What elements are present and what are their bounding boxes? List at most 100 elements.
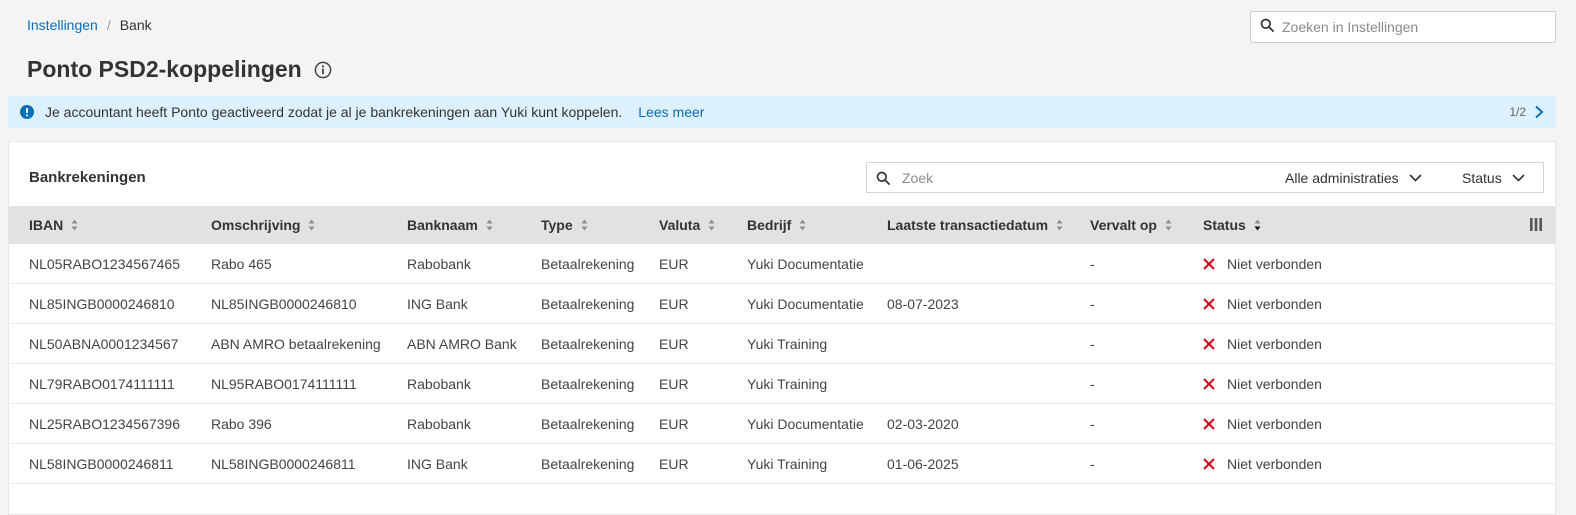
cell-omschrijving: Rabo 396 xyxy=(211,416,272,432)
cell-valuta: EUR xyxy=(659,376,689,392)
page-header: Ponto PSD2-koppelingen xyxy=(27,56,332,83)
info-icon[interactable] xyxy=(314,61,332,79)
banner-pager: 1/2 xyxy=(1509,96,1544,128)
breadcrumb: Instellingen / Bank xyxy=(27,17,152,33)
filter-bar: Alle administraties Status xyxy=(866,162,1544,193)
global-search-input[interactable] xyxy=(1282,19,1542,35)
chevron-down-icon xyxy=(1512,173,1525,182)
cell-banknaam: Rabobank xyxy=(407,376,471,392)
column-header-valuta[interactable]: Valuta xyxy=(659,206,715,244)
cell-bedrijf: Yuki Training xyxy=(747,336,828,352)
sort-icon xyxy=(799,219,806,231)
page-title: Ponto PSD2-koppelingen xyxy=(27,56,302,82)
column-header-label: Valuta xyxy=(659,217,701,233)
status-text: Niet verbonden xyxy=(1227,456,1322,472)
table-row[interactable]: NL25RABO1234567396 Rabo 396 Rabobank Bet… xyxy=(9,404,1555,444)
cell-omschrijving: NL85INGB0000246810 xyxy=(211,296,357,312)
cell-omschrijving: ABN AMRO betaalrekening xyxy=(211,336,381,352)
table-row[interactable]: NL85INGB0000246810 NL85INGB0000246810 IN… xyxy=(9,284,1555,324)
cell-valuta: EUR xyxy=(659,256,689,272)
column-header-vervalt-op[interactable]: Vervalt op xyxy=(1090,206,1172,244)
banner-read-more-link[interactable]: Lees meer xyxy=(638,104,704,120)
column-header-label: Omschrijving xyxy=(211,217,301,233)
cell-iban: NL50ABNA0001234567 xyxy=(29,336,179,352)
banner-pager-count: 1/2 xyxy=(1509,105,1526,119)
cell-iban: NL79RABO0174111111 xyxy=(29,376,175,392)
table-row[interactable]: NL50ABNA0001234567 ABN AMRO betaalrekeni… xyxy=(9,324,1555,364)
cell-valuta: EUR xyxy=(659,416,689,432)
breadcrumb-separator: / xyxy=(106,17,111,33)
banner-text: Je accountant heeft Ponto geactiveerd zo… xyxy=(45,104,623,120)
status-text: Niet verbonden xyxy=(1227,296,1322,312)
status-text: Niet verbonden xyxy=(1227,376,1322,392)
administration-filter-dropdown[interactable]: Alle administraties xyxy=(1285,163,1422,192)
cell-laatste-transactiedatum: 01-06-2025 xyxy=(887,456,959,472)
cell-iban: NL05RABO1234567465 xyxy=(29,256,181,272)
column-header-laatste-transactiedatum[interactable]: Laatste transactiedatum xyxy=(887,206,1063,244)
cell-bedrijf: Yuki Documentatie xyxy=(747,296,864,312)
status-filter-label: Status xyxy=(1462,169,1502,186)
cell-bedrijf: Yuki Training xyxy=(747,376,828,392)
cell-iban: NL58INGB0000246811 xyxy=(29,456,174,472)
cell-iban: NL85INGB0000246810 xyxy=(29,296,175,312)
column-header-status[interactable]: Status xyxy=(1203,206,1261,244)
column-header-type[interactable]: Type xyxy=(541,206,588,244)
cell-type: Betaalrekening xyxy=(541,416,635,432)
column-header-label: Bedrijf xyxy=(747,217,792,233)
column-header-omschrijving[interactable]: Omschrijving xyxy=(211,206,315,244)
cell-type: Betaalrekening xyxy=(541,256,635,272)
cell-type: Betaalrekening xyxy=(541,296,635,312)
columns-icon[interactable] xyxy=(1530,218,1542,231)
administration-filter-label: Alle administraties xyxy=(1285,169,1399,186)
column-header-label: Vervalt op xyxy=(1090,217,1157,233)
column-header-label: Laatste transactiedatum xyxy=(887,217,1049,233)
column-header-iban[interactable]: IBAN xyxy=(29,206,78,244)
sort-icon xyxy=(308,219,315,231)
table-row[interactable]: NL05RABO1234567465 Rabo 465 Rabobank Bet… xyxy=(9,244,1555,284)
x-icon xyxy=(1203,338,1215,350)
cell-omschrijving: Rabo 465 xyxy=(211,256,272,272)
table-search-input[interactable] xyxy=(902,169,1262,186)
cell-banknaam: Rabobank xyxy=(407,416,471,432)
status-text: Niet verbonden xyxy=(1227,256,1322,272)
column-header-label: Type xyxy=(541,217,573,233)
cell-valuta: EUR xyxy=(659,336,689,352)
alert-circle-icon xyxy=(20,105,34,119)
sort-icon xyxy=(708,219,715,231)
table-row[interactable]: NL79RABO0174111111 NL95RABO0174111111 Ra… xyxy=(9,364,1555,404)
x-icon xyxy=(1203,458,1215,470)
cell-vervalt-op: - xyxy=(1090,296,1095,312)
column-header-banknaam[interactable]: Banknaam xyxy=(407,206,493,244)
cell-status: Niet verbonden xyxy=(1203,444,1322,484)
cell-iban: NL25RABO1234567396 xyxy=(29,416,181,432)
cell-type: Betaalrekening xyxy=(541,376,635,392)
cell-status: Niet verbonden xyxy=(1203,324,1322,364)
cell-vervalt-op: - xyxy=(1090,456,1095,472)
sort-icon xyxy=(581,219,588,231)
cell-vervalt-op: - xyxy=(1090,256,1095,272)
cell-banknaam: ING Bank xyxy=(407,456,468,472)
cell-valuta: EUR xyxy=(659,296,689,312)
x-icon xyxy=(1203,298,1215,310)
table-header: IBAN Omschrijving Banknaam Type Valuta B… xyxy=(9,206,1555,244)
cell-vervalt-op: - xyxy=(1090,376,1095,392)
table-row[interactable]: NL58INGB0000246811 NL58INGB0000246811 IN… xyxy=(9,444,1555,484)
search-icon xyxy=(876,171,890,185)
sort-icon xyxy=(486,219,493,231)
cell-type: Betaalrekening xyxy=(541,336,635,352)
cell-status: Niet verbonden xyxy=(1203,244,1322,284)
status-text: Niet verbonden xyxy=(1227,416,1322,432)
chevron-right-icon[interactable] xyxy=(1534,105,1544,119)
info-banner: Je accountant heeft Ponto geactiveerd zo… xyxy=(8,96,1556,128)
cell-vervalt-op: - xyxy=(1090,416,1095,432)
chevron-down-icon xyxy=(1409,173,1422,182)
top-bar: Instellingen / Bank xyxy=(0,0,1576,52)
status-filter-dropdown[interactable]: Status xyxy=(1462,163,1525,192)
cell-vervalt-op: - xyxy=(1090,336,1095,352)
x-icon xyxy=(1203,258,1215,270)
sort-icon xyxy=(1056,219,1063,231)
global-search[interactable] xyxy=(1250,11,1556,43)
breadcrumb-link-instellingen[interactable]: Instellingen xyxy=(27,17,98,33)
column-header-bedrijf[interactable]: Bedrijf xyxy=(747,206,806,244)
status-text: Niet verbonden xyxy=(1227,336,1322,352)
